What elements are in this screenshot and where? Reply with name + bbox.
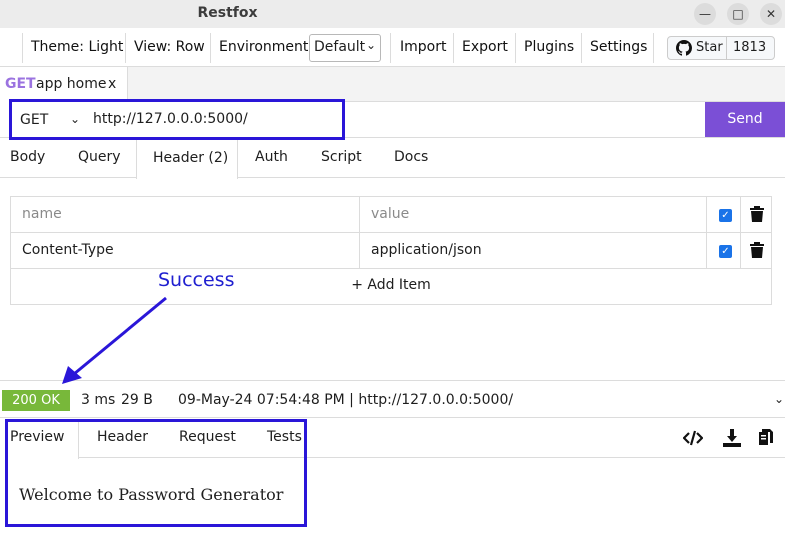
environment-value: Default: [314, 39, 366, 55]
star-count: 1813: [733, 40, 767, 55]
header-value-input[interactable]: application/json: [371, 242, 482, 258]
menu-divider: [125, 33, 126, 63]
request-tabs: Body Query Auth Script Docs: [0, 138, 785, 178]
header-name-input[interactable]: Content-Type: [22, 242, 114, 258]
close-icon[interactable]: ✕: [760, 3, 782, 25]
import-button[interactable]: Import: [400, 39, 446, 55]
table-row: name value ✓: [11, 197, 771, 233]
header-table: name value ✓ Content-Type application/js…: [10, 196, 772, 305]
close-tab-icon[interactable]: x: [108, 76, 116, 92]
enable-checkbox[interactable]: ✓: [719, 245, 732, 258]
annotation-label: Success: [158, 269, 235, 291]
environment-label: Environment: [219, 39, 309, 55]
highlight-box-request: [9, 99, 345, 140]
theme-toggle[interactable]: Theme: Light: [31, 39, 123, 55]
environment-select[interactable]: Default ⌄: [309, 34, 381, 62]
window-title: Restfox: [197, 5, 258, 21]
menu-divider: [22, 33, 23, 63]
minimize-icon[interactable]: —: [694, 3, 716, 25]
code-icon[interactable]: [683, 428, 703, 448]
star-label: Star: [696, 40, 723, 55]
enable-checkbox[interactable]: ✓: [719, 209, 732, 222]
column-divider: [740, 197, 741, 269]
add-item-button[interactable]: + Add Item: [11, 277, 771, 293]
trash-icon[interactable]: [750, 206, 764, 222]
response-history-select[interactable]: 09-May-24 07:54:48 PM | http://127.0.0.0…: [178, 392, 513, 408]
menu-bar: Theme: Light View: Row Environment Defau…: [0, 29, 785, 67]
github-star-button[interactable]: Star 1813: [667, 36, 775, 60]
download-icon[interactable]: [722, 428, 742, 448]
star-divider: [726, 37, 727, 59]
request-tab-name: app home: [36, 76, 107, 92]
menu-divider: [390, 33, 391, 63]
tab-header[interactable]: Header (2): [136, 139, 238, 179]
response-bar: 200 OK 3 ms 29 B 09-May-24 07:54:48 PM |…: [0, 380, 785, 418]
title-bar: Restfox — □ ✕: [0, 0, 785, 28]
request-tab-method: GET: [5, 76, 36, 92]
menu-divider: [515, 33, 516, 63]
plugins-button[interactable]: Plugins: [524, 39, 574, 55]
status-badge: 200 OK: [2, 390, 70, 411]
settings-button[interactable]: Settings: [590, 39, 647, 55]
table-row: Content-Type application/json ✓: [11, 233, 771, 269]
copy-icon[interactable]: [756, 428, 776, 448]
view-toggle[interactable]: View: Row: [134, 39, 205, 55]
tab-body[interactable]: Body: [10, 149, 45, 165]
github-icon: [676, 40, 692, 56]
header-name-input[interactable]: name: [22, 206, 62, 222]
tab-script[interactable]: Script: [321, 149, 362, 165]
export-button[interactable]: Export: [462, 39, 508, 55]
tab-header-label: Header (2): [153, 150, 229, 166]
tab-auth[interactable]: Auth: [255, 149, 288, 165]
menu-divider: [581, 33, 582, 63]
response-size: 29 B: [121, 392, 153, 408]
response-time: 3 ms: [81, 392, 116, 408]
request-tab[interactable]: GET app home x: [0, 67, 128, 102]
tab-docs[interactable]: Docs: [394, 149, 428, 165]
highlight-box-response-tabs: [5, 419, 307, 527]
trash-icon[interactable]: [750, 242, 764, 258]
header-value-input[interactable]: value: [371, 206, 409, 222]
tab-query[interactable]: Query: [78, 149, 121, 165]
menu-divider: [653, 33, 654, 63]
maximize-icon[interactable]: □: [727, 3, 749, 25]
menu-divider: [453, 33, 454, 63]
request-tab-bar: GET app home x: [0, 67, 785, 102]
chevron-down-icon[interactable]: ⌄: [774, 392, 784, 406]
chevron-down-icon: ⌄: [365, 38, 376, 52]
menu-divider: [210, 33, 211, 63]
send-button[interactable]: Send: [705, 102, 785, 137]
column-divider: [706, 197, 707, 269]
column-divider: [359, 197, 360, 269]
